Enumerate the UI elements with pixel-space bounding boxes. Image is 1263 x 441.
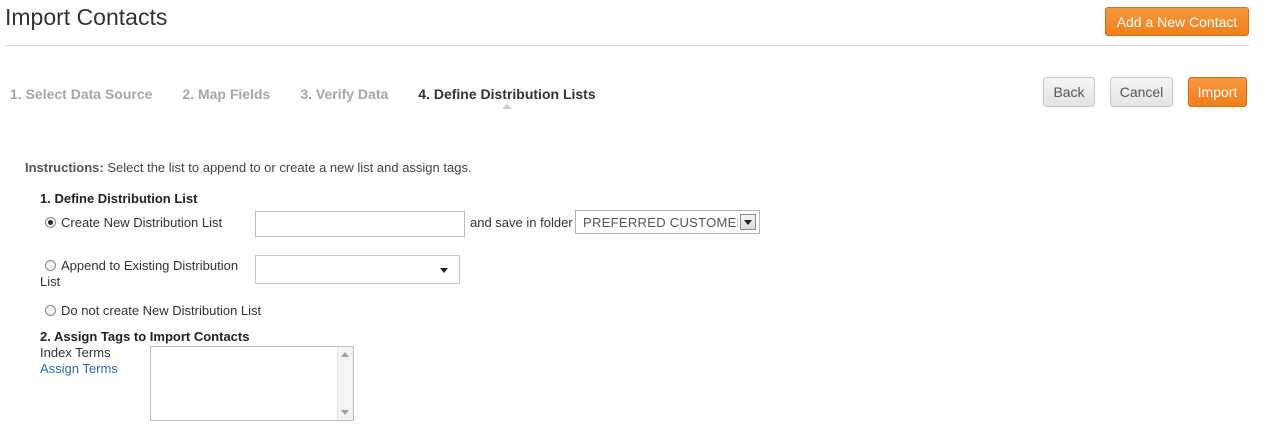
active-step-caret-icon: [501, 104, 512, 109]
cancel-button[interactable]: Cancel: [1110, 77, 1173, 107]
assign-tags-title: 2. Assign Tags to Import Contacts: [40, 329, 250, 344]
step-define-distribution-lists-label: 4. Define Distribution Lists: [418, 86, 596, 102]
terms-scrollbar[interactable]: [337, 347, 353, 420]
folder-dropdown-button[interactable]: [740, 214, 756, 230]
index-terms-label: Index Terms: [40, 345, 111, 360]
new-list-name-input[interactable]: [255, 211, 465, 237]
instructions: Instructions: Select the list to append …: [25, 160, 472, 175]
append-existing-list-label: Append to Existing Distribution: [61, 258, 239, 273]
define-distribution-list-title: 1. Define Distribution List: [40, 191, 198, 206]
step-define-distribution-lists[interactable]: 4. Define Distribution Lists: [418, 86, 596, 109]
chevron-down-icon: [440, 268, 448, 273]
step-select-data-source[interactable]: 1. Select Data Source: [10, 86, 152, 102]
no-new-list-radio[interactable]: [45, 305, 56, 316]
existing-list-select[interactable]: [255, 255, 460, 284]
append-existing-list-radio[interactable]: [45, 260, 56, 271]
add-new-contact-button[interactable]: Add a New Contact: [1105, 7, 1249, 36]
step-verify-data[interactable]: 3. Verify Data: [300, 86, 388, 102]
append-existing-list-label-cont: List: [40, 274, 61, 289]
assign-terms-link[interactable]: Assign Terms: [40, 361, 118, 376]
create-new-list-option[interactable]: Create New Distribution List: [45, 215, 222, 230]
create-new-list-label: Create New Distribution List: [61, 215, 223, 230]
back-button[interactable]: Back: [1043, 77, 1095, 107]
page-title: Import Contacts: [5, 4, 168, 30]
folder-select[interactable]: PREFERRED CUSTOMERS: [575, 210, 760, 234]
scroll-up-arrow-icon[interactable]: [341, 352, 349, 357]
wizard-steps: 1. Select Data Source 2. Map Fields 3. V…: [10, 86, 626, 109]
instructions-text: Select the list to append to or create a…: [103, 160, 472, 175]
scroll-down-arrow-icon[interactable]: [341, 410, 349, 415]
step-map-fields[interactable]: 2. Map Fields: [182, 86, 270, 102]
index-terms-textarea[interactable]: [150, 346, 354, 421]
header-divider: [5, 45, 1249, 46]
no-new-list-label: Do not create New Distribution List: [61, 303, 262, 318]
folder-select-value: PREFERRED CUSTOMERS: [583, 215, 738, 230]
no-new-list-option[interactable]: Do not create New Distribution List: [45, 303, 261, 318]
append-existing-list-option[interactable]: Append to Existing Distribution: [45, 258, 238, 274]
create-new-list-radio[interactable]: [45, 217, 56, 228]
chevron-down-icon: [744, 219, 752, 225]
import-button[interactable]: Import: [1188, 77, 1247, 107]
save-in-folder-label: and save in folder: [470, 215, 573, 230]
instructions-label: Instructions:: [25, 160, 104, 175]
